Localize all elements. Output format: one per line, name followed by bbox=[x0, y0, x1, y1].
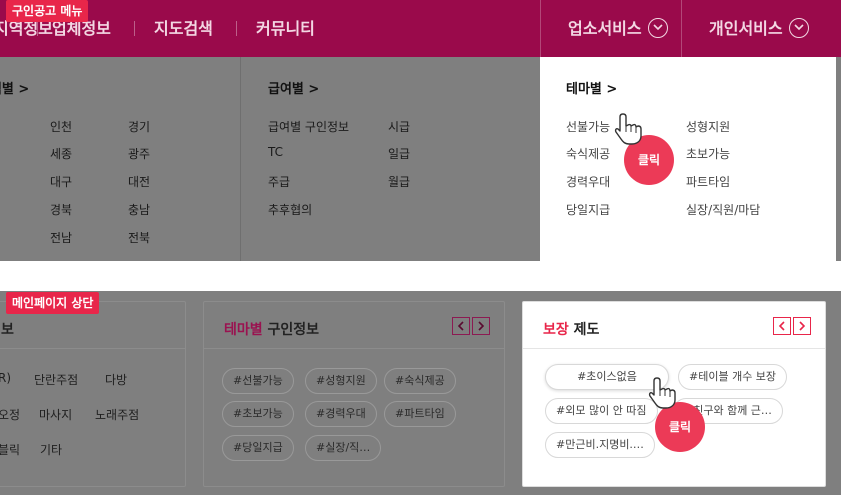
theme-link[interactable]: 파트타임 bbox=[686, 173, 730, 190]
main-navbar: 지역정보 업체정보 지도검색 커뮤니티 업소서비스 개인서비스 bbox=[0, 0, 841, 57]
pay-link[interactable]: 시급 bbox=[388, 118, 410, 135]
theme-pill[interactable]: #당일지급 bbox=[222, 435, 294, 461]
nav-divider bbox=[681, 0, 682, 57]
nav-separator bbox=[134, 21, 135, 36]
theme-pill[interactable]: #파트타임 bbox=[384, 401, 456, 427]
region-link[interactable]: 광주 bbox=[128, 145, 150, 162]
category-link[interactable]: 오정 bbox=[0, 406, 20, 423]
next-arrow-button[interactable] bbox=[472, 317, 490, 335]
pay-link[interactable]: 월급 bbox=[388, 173, 410, 190]
theme-link[interactable]: 숙식제공 bbox=[566, 145, 610, 162]
card-divider bbox=[523, 348, 825, 349]
nav-map-search[interactable]: 지도검색 bbox=[154, 0, 213, 57]
pager-arrows bbox=[771, 317, 811, 337]
card-title: 보 bbox=[1, 322, 14, 338]
nav-separator bbox=[236, 21, 237, 36]
nav-personal-service-label: 개인서비스 bbox=[709, 19, 783, 38]
card-divider bbox=[204, 348, 504, 349]
card-title-rest: 구인정보 bbox=[262, 322, 320, 338]
pay-link[interactable]: 추후협의 bbox=[268, 201, 312, 218]
category-link[interactable]: 노래주점 bbox=[95, 406, 139, 423]
theme-column: 테마별 > 선불가능 숙식제공 경력우대 당일지급 성형지원 초보가능 파트타임… bbox=[540, 57, 836, 261]
category-link[interactable]: R) bbox=[0, 371, 11, 385]
region-link[interactable]: 경북 bbox=[50, 201, 72, 218]
category-link[interactable]: 기타 bbox=[40, 441, 62, 458]
chevron-down-icon bbox=[788, 17, 809, 38]
nav-separator bbox=[37, 21, 38, 36]
category-link[interactable]: 단란주점 bbox=[34, 371, 78, 388]
pay-link[interactable]: TC bbox=[268, 145, 283, 159]
prev-arrow-button[interactable] bbox=[452, 317, 470, 335]
region-link[interactable]: 충남 bbox=[128, 201, 150, 218]
card-title: 테마별 구인정보 bbox=[224, 319, 319, 339]
theme-link[interactable]: 초보가능 bbox=[686, 145, 730, 162]
theme-link[interactable]: 경력우대 bbox=[566, 173, 610, 190]
category-link[interactable]: 다방 bbox=[105, 371, 127, 388]
region-link[interactable]: 대구 bbox=[50, 173, 72, 190]
region-link[interactable]: 전남 bbox=[50, 229, 72, 246]
card-title-accent: 테마별 bbox=[224, 322, 263, 338]
theme-link[interactable]: 실장/직원/마담 bbox=[686, 201, 760, 218]
theme-pill[interactable]: #숙식제공 bbox=[384, 368, 456, 394]
prev-arrow-button[interactable] bbox=[773, 317, 791, 335]
pointer-hand-icon bbox=[648, 377, 676, 409]
theme-link[interactable]: 당일지급 bbox=[566, 201, 610, 218]
section-tag-job-menu: 구인공고 메뉴 bbox=[6, 0, 89, 22]
pay-link[interactable]: 주급 bbox=[268, 173, 290, 190]
nav-biz-service[interactable]: 업소서비스 bbox=[568, 0, 668, 57]
theme-jobs-card: 테마별 구인정보 #선불가능 #성형지원 #숙식제공 #초보가능 #경력우대 #… bbox=[203, 301, 505, 487]
theme-link[interactable]: 성형지원 bbox=[686, 118, 730, 135]
card-title-accent: 보장 bbox=[543, 322, 569, 338]
theme-pill[interactable]: #초보가능 bbox=[222, 401, 294, 427]
category-card: 보 bbox=[0, 301, 186, 487]
nav-personal-service[interactable]: 개인서비스 bbox=[709, 0, 809, 57]
pointer-hand-icon bbox=[614, 113, 642, 145]
pay-link[interactable]: 일급 bbox=[388, 145, 410, 162]
pager-arrows bbox=[450, 317, 490, 337]
region-link[interactable]: 인천 bbox=[50, 118, 72, 135]
region-link[interactable]: 전북 bbox=[128, 229, 150, 246]
region-link[interactable]: 세종 bbox=[50, 145, 72, 162]
chevron-down-icon bbox=[647, 17, 668, 38]
guarantee-pill[interactable]: #만근비.지명비.… bbox=[545, 432, 655, 458]
guarantee-pill[interactable]: #테이블 개수 보장 bbox=[678, 364, 788, 390]
nav-biz-service-label: 업소서비스 bbox=[568, 19, 642, 38]
next-arrow-button[interactable] bbox=[793, 317, 811, 335]
card-divider bbox=[0, 348, 185, 349]
category-link[interactable]: 블릭 bbox=[0, 441, 20, 458]
region-heading[interactable]: 지역별 > bbox=[0, 78, 29, 97]
region-link[interactable]: 대전 bbox=[128, 173, 150, 190]
theme-link[interactable]: 선불가능 bbox=[566, 118, 610, 135]
theme-pill[interactable]: #성형지원 bbox=[305, 368, 377, 394]
column-divider bbox=[240, 57, 241, 261]
card-title: 보장 제도 bbox=[543, 319, 599, 339]
nav-community[interactable]: 커뮤니티 bbox=[256, 0, 315, 57]
theme-pill[interactable]: #선불가능 bbox=[222, 368, 294, 394]
category-link[interactable]: 마사지 bbox=[39, 406, 72, 423]
nav-divider bbox=[540, 0, 541, 57]
card-title-rest: 제도 bbox=[568, 322, 600, 338]
guarantee-pill[interactable]: #외모 많이 안 따짐 bbox=[545, 398, 658, 424]
region-link[interactable]: 경기 bbox=[128, 118, 150, 135]
job-menu-panel: 지역정보 업체정보 지도검색 커뮤니티 업소서비스 개인서비스 지역별 > 인천… bbox=[0, 0, 841, 261]
section-tag-main-top: 메인페이지 상단 bbox=[6, 292, 100, 314]
theme-pill[interactable]: #경력우대 bbox=[305, 401, 377, 427]
pay-heading[interactable]: 급여별 > bbox=[268, 78, 319, 97]
theme-pill[interactable]: #실장/직… bbox=[305, 435, 382, 461]
theme-heading[interactable]: 테마별 > bbox=[566, 78, 617, 97]
pay-link[interactable]: 급여별 구인정보 bbox=[268, 118, 349, 135]
